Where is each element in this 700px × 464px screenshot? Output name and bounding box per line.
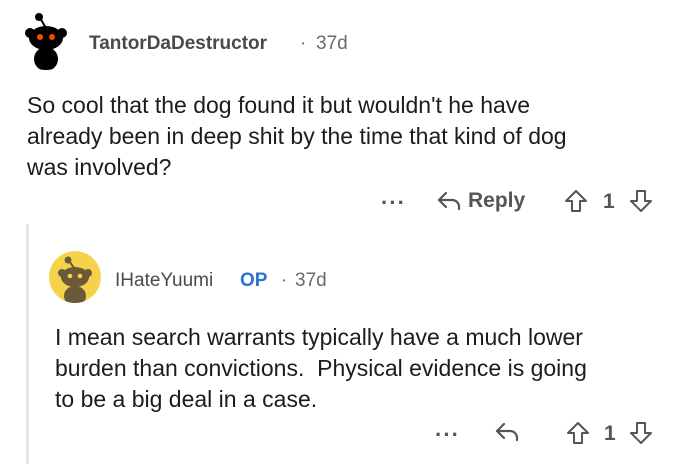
- comment-line: was involved?: [27, 154, 172, 180]
- snoo-avatar-icon: [18, 12, 74, 70]
- comment-body: I mean search warrants typically have a …: [55, 322, 695, 415]
- upvote-icon: [565, 190, 587, 212]
- comment-line: So cool that the dog found it but wouldn…: [27, 92, 531, 118]
- more-options-button[interactable]: ···: [381, 190, 406, 216]
- comment-author[interactable]: IHateYuumi: [115, 270, 213, 292]
- upvote-icon: [567, 422, 589, 444]
- vote-count: 1: [603, 190, 615, 213]
- reply-arrow-icon: [437, 191, 461, 211]
- comment-line: I mean search warrants typically have a …: [55, 324, 583, 350]
- user-avatar[interactable]: [18, 10, 74, 70]
- reply-arrow-icon: [495, 422, 519, 442]
- reply-label: Reply: [468, 189, 526, 212]
- vote-count: 1: [604, 422, 616, 445]
- reply-button[interactable]: Reply: [436, 189, 525, 213]
- comment-age: 37d: [295, 270, 327, 291]
- op-badge: OP: [240, 270, 268, 291]
- thread-line[interactable]: [26, 224, 29, 464]
- comment-line: to be a big deal in a case.: [55, 386, 318, 412]
- snoo-avatar-icon: [49, 251, 101, 303]
- comment-author[interactable]: TantorDaDestructor: [89, 33, 267, 55]
- upvote-button[interactable]: [565, 420, 591, 446]
- downvote-icon: [630, 190, 652, 212]
- more-options-button[interactable]: ···: [435, 422, 460, 448]
- comment-line: already been in deep shit by the time th…: [27, 123, 567, 149]
- meta-separator: ·: [281, 270, 288, 291]
- meta-separator: ·: [300, 33, 307, 54]
- downvote-icon: [630, 422, 652, 444]
- comment-age: 37d: [316, 33, 348, 54]
- comment-body: So cool that the dog found it but wouldn…: [27, 90, 687, 183]
- comment-thread: TantorDaDestructor · 37d So cool that th…: [0, 0, 700, 464]
- upvote-button[interactable]: [563, 188, 589, 214]
- downvote-button[interactable]: [628, 188, 654, 214]
- comment-line: burden than convictions. Physical eviden…: [55, 355, 587, 381]
- downvote-button[interactable]: [628, 420, 654, 446]
- reply-button[interactable]: [494, 421, 520, 443]
- user-avatar[interactable]: [49, 251, 101, 303]
